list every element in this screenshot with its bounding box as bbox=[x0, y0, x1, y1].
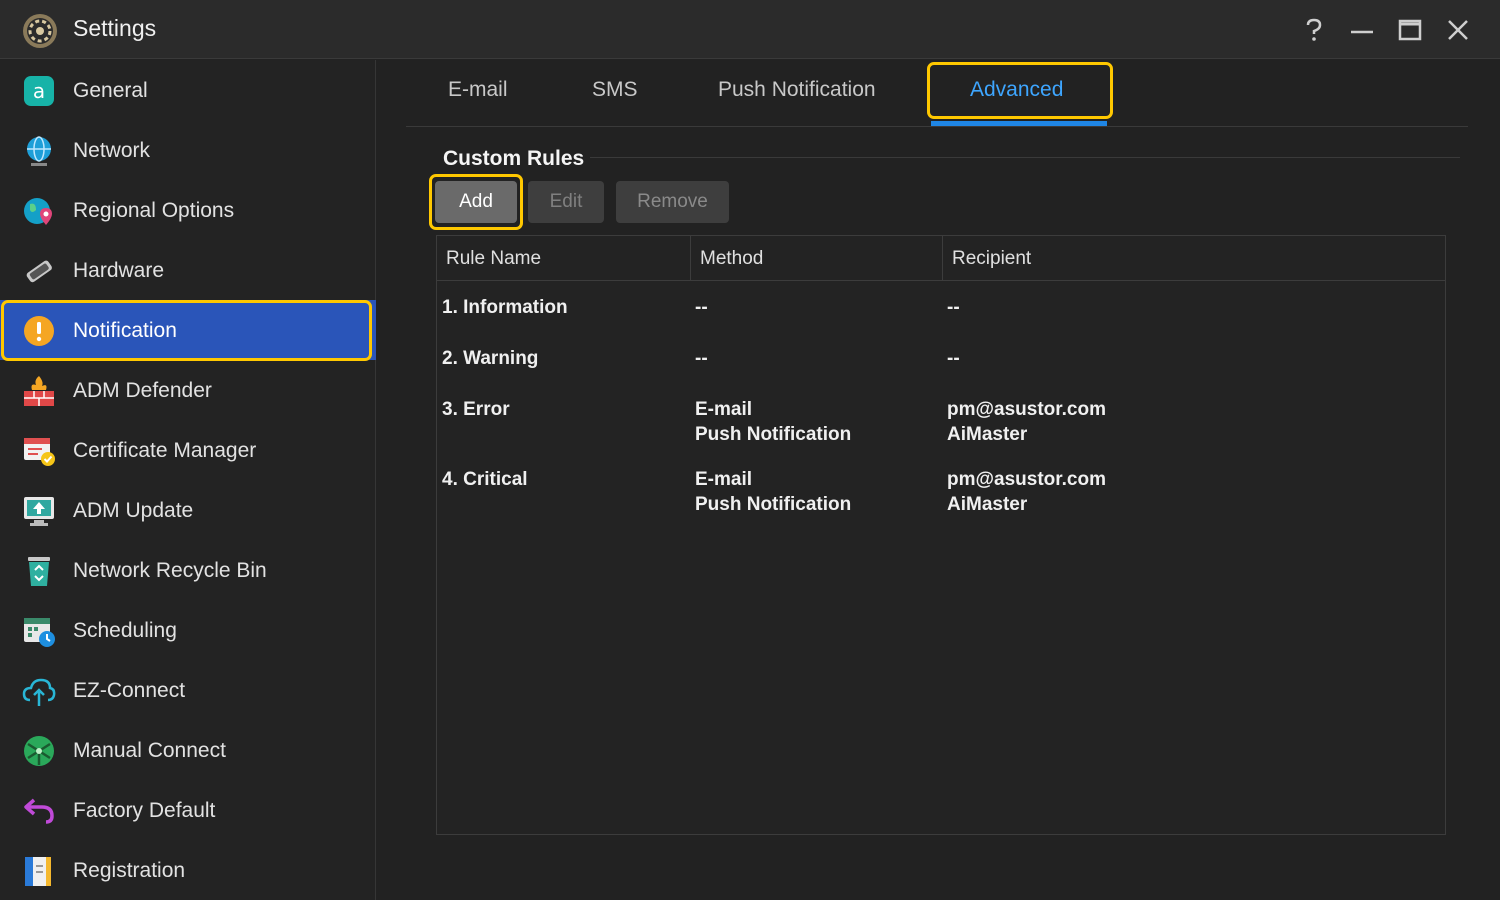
recipient-cell: AiMaster bbox=[947, 494, 1028, 515]
method-cell: E-mail bbox=[695, 399, 753, 420]
sidebar-item-regional-options[interactable]: Regional Options bbox=[0, 180, 376, 240]
sidebar-item-factory-default[interactable]: Factory Default bbox=[0, 780, 376, 840]
sidebar-item-label: General bbox=[73, 79, 148, 102]
method-cell: -- bbox=[695, 348, 708, 369]
section-title: Custom Rules bbox=[443, 147, 585, 170]
window-title: Settings bbox=[73, 15, 157, 41]
minimize-icon[interactable] bbox=[1348, 16, 1376, 44]
sidebar-item-label: Hardware bbox=[73, 259, 165, 282]
remove-button[interactable]: Remove bbox=[616, 181, 729, 223]
sidebar-item-registration[interactable]: Registration bbox=[0, 840, 376, 900]
column-header-method[interactable]: Method bbox=[700, 248, 763, 270]
sidebar-item-label: Registration bbox=[73, 859, 186, 882]
rules-table: Rule Name Method Recipient 1. Informatio… bbox=[436, 235, 1446, 835]
recipient-cell: -- bbox=[947, 297, 960, 318]
sidebar-item-label: Network Recycle Bin bbox=[73, 559, 267, 582]
help-icon[interactable] bbox=[1300, 16, 1328, 44]
section-divider bbox=[590, 157, 1460, 158]
network-ball-icon bbox=[22, 734, 56, 768]
sidebar-item-scheduling[interactable]: Scheduling bbox=[0, 600, 376, 660]
method-cell: Push Notification bbox=[695, 494, 852, 515]
sidebar-item-certificate-manager[interactable]: Certificate Manager bbox=[0, 420, 376, 480]
tabs-divider bbox=[406, 126, 1468, 127]
sidebar-item-ez-connect[interactable]: EZ-Connect bbox=[0, 660, 376, 720]
sidebar-item-label: Notification bbox=[73, 319, 177, 342]
sidebar-item-label: EZ-Connect bbox=[73, 679, 186, 702]
update-monitor-icon bbox=[22, 494, 56, 528]
location-globe-icon bbox=[22, 194, 56, 228]
tab-push-notification[interactable]: Push Notification bbox=[718, 78, 876, 102]
table-header: Rule Name Method Recipient bbox=[437, 236, 1445, 281]
sidebar-item-manual-connect[interactable]: Manual Connect bbox=[0, 720, 376, 780]
sidebar-item-label: Certificate Manager bbox=[73, 439, 257, 462]
close-icon[interactable] bbox=[1444, 16, 1472, 44]
recipient-cell: pm@asustor.com bbox=[947, 469, 1106, 490]
edit-button[interactable]: Edit bbox=[528, 181, 604, 223]
rule-name-cell: 3. Error bbox=[442, 399, 510, 420]
sidebar-item-label: ADM Update bbox=[73, 499, 194, 522]
hardware-icon bbox=[22, 254, 56, 288]
column-header-recipient[interactable]: Recipient bbox=[952, 248, 1031, 270]
rule-name-cell: 4. Critical bbox=[442, 469, 528, 490]
sidebar-item-notification[interactable]: Notification bbox=[0, 300, 376, 360]
method-cell: Push Notification bbox=[695, 424, 852, 445]
rule-name-cell: 2. Warning bbox=[442, 348, 539, 369]
firewall-icon bbox=[22, 374, 56, 408]
method-cell: E-mail bbox=[695, 469, 753, 490]
sidebar-item-label: Network bbox=[73, 139, 151, 162]
calendar-clock-icon bbox=[22, 614, 56, 648]
sidebar-item-label: ADM Defender bbox=[73, 379, 212, 402]
rule-name-cell: 1. Information bbox=[442, 297, 568, 318]
sidebar-item-label: Regional Options bbox=[73, 199, 235, 222]
undo-arrow-icon bbox=[22, 794, 56, 828]
certificate-icon bbox=[22, 434, 56, 468]
globe-icon bbox=[22, 134, 56, 168]
recipient-cell: pm@asustor.com bbox=[947, 399, 1106, 420]
sidebar-item-network-recycle-bin[interactable]: Network Recycle Bin bbox=[0, 540, 376, 600]
method-cell: -- bbox=[695, 297, 708, 318]
title-bar: Settings bbox=[0, 0, 1500, 59]
sidebar-item-general[interactable]: a General bbox=[0, 60, 376, 120]
sidebar-item-adm-defender[interactable]: ADM Defender bbox=[0, 360, 376, 420]
svg-text:a: a bbox=[33, 79, 45, 103]
column-header-rule-name[interactable]: Rule Name bbox=[446, 248, 541, 270]
sidebar-item-label: Factory Default bbox=[73, 799, 216, 822]
sidebar-item-label: Scheduling bbox=[73, 619, 177, 642]
tab-sms[interactable]: SMS bbox=[592, 78, 638, 102]
general-icon: a bbox=[22, 74, 56, 108]
column-divider[interactable] bbox=[690, 236, 691, 281]
sidebar: a General Network Regional Options Hardw… bbox=[0, 60, 376, 900]
sidebar-item-label: Manual Connect bbox=[73, 739, 226, 762]
recipient-cell: AiMaster bbox=[947, 424, 1028, 445]
sidebar-item-network[interactable]: Network bbox=[0, 120, 376, 180]
tab-email[interactable]: E-mail bbox=[448, 78, 508, 102]
sidebar-item-hardware[interactable]: Hardware bbox=[0, 240, 376, 300]
recipient-cell: -- bbox=[947, 348, 960, 369]
sidebar-item-adm-update[interactable]: ADM Update bbox=[0, 480, 376, 540]
tab-advanced[interactable]: Advanced bbox=[970, 78, 1063, 102]
add-button[interactable]: Add bbox=[435, 181, 517, 223]
registration-icon bbox=[22, 854, 56, 888]
maximize-icon[interactable] bbox=[1396, 16, 1424, 44]
column-divider[interactable] bbox=[942, 236, 943, 281]
settings-gear-icon bbox=[22, 13, 58, 49]
recycle-bin-icon bbox=[22, 554, 56, 588]
alert-icon bbox=[22, 314, 56, 348]
cloud-upload-icon bbox=[22, 674, 56, 708]
